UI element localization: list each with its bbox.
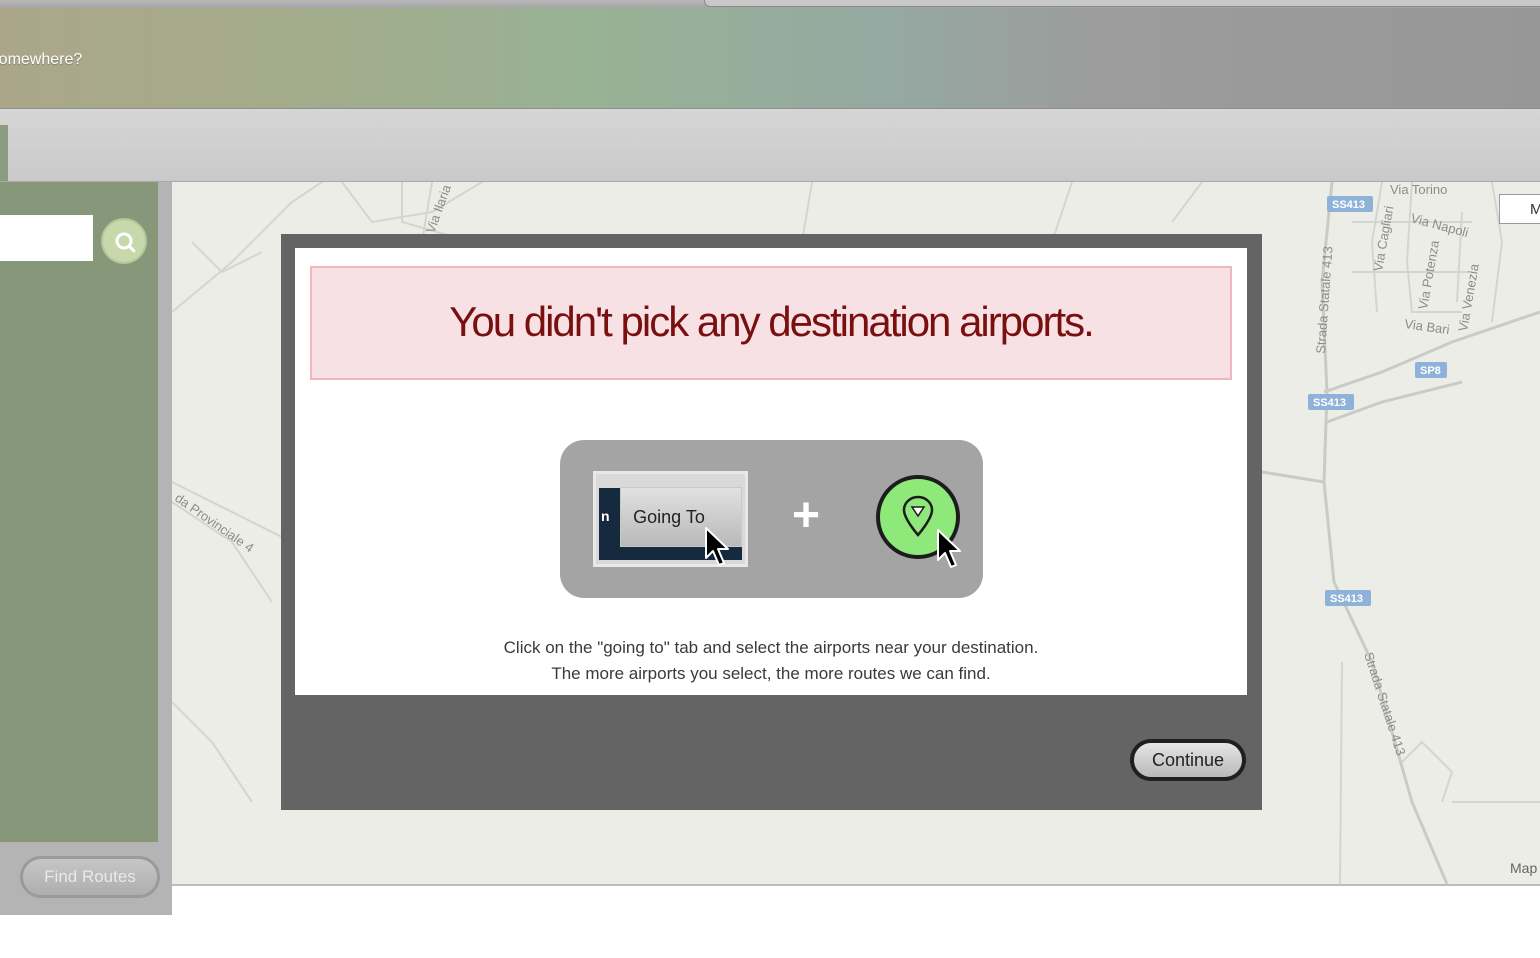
road-label: da Provinciale 4 — [172, 490, 256, 555]
find-routes-button[interactable]: Find Routes — [20, 856, 160, 898]
road-shield: SP8 — [1415, 362, 1447, 378]
browser-tab-edge — [704, 0, 1540, 7]
svg-text:SS413: SS413 — [1330, 593, 1363, 605]
sidebar-border — [158, 182, 172, 915]
instruction-line-1: Click on the "going to" tab and select t… — [503, 638, 1039, 657]
mouse-cursor-icon — [937, 529, 961, 568]
site-header: Somewhere? — [0, 8, 1540, 109]
search-input[interactable] — [0, 215, 93, 261]
plus-sign: + — [792, 489, 821, 542]
road-shield: SS413 — [1327, 196, 1373, 212]
map-type-button[interactable]: M — [1499, 194, 1540, 224]
alert-banner: You didn't pick any destination airports… — [310, 266, 1232, 380]
svg-text:SS413: SS413 — [1313, 397, 1346, 409]
mouse-cursor-icon — [705, 527, 729, 566]
road-label: Via Potenza — [1415, 238, 1442, 310]
map-credit: Map — [1510, 860, 1538, 876]
svg-text:SP8: SP8 — [1420, 365, 1441, 377]
road-label: Strada Statale 413 — [1361, 650, 1409, 757]
instruction-illustration: n Going To + — [560, 440, 983, 598]
road-label: Via Cagliari — [1370, 205, 1396, 273]
search-icon — [115, 232, 136, 253]
instruction-line-2: The more airports you select, the more r… — [551, 664, 991, 683]
road-label: Via Bari — [1404, 316, 1451, 337]
alert-title: You didn't pick any destination airports… — [449, 298, 1095, 345]
browser-top-strip — [0, 0, 1540, 8]
sidebar — [0, 182, 158, 842]
header-tagline: Somewhere? — [0, 51, 83, 68]
toolbar — [0, 109, 1540, 182]
map-pin-icon — [902, 495, 934, 537]
continue-button[interactable]: Continue — [1130, 739, 1246, 781]
road-shield: SS413 — [1308, 394, 1354, 410]
road-label: Via Torino — [1390, 182, 1447, 197]
road-shield: SS413 — [1325, 590, 1371, 606]
svg-text:SS413: SS413 — [1332, 199, 1365, 211]
dialog-content: You didn't pick any destination airports… — [295, 248, 1247, 695]
sidebar-tab[interactable] — [0, 125, 8, 181]
tab-fragment: n — [601, 508, 610, 524]
modal-dialog: You didn't pick any destination airports… — [281, 234, 1262, 810]
road-label: Strada Statale 413 — [1313, 246, 1335, 354]
search-button[interactable] — [101, 218, 147, 264]
